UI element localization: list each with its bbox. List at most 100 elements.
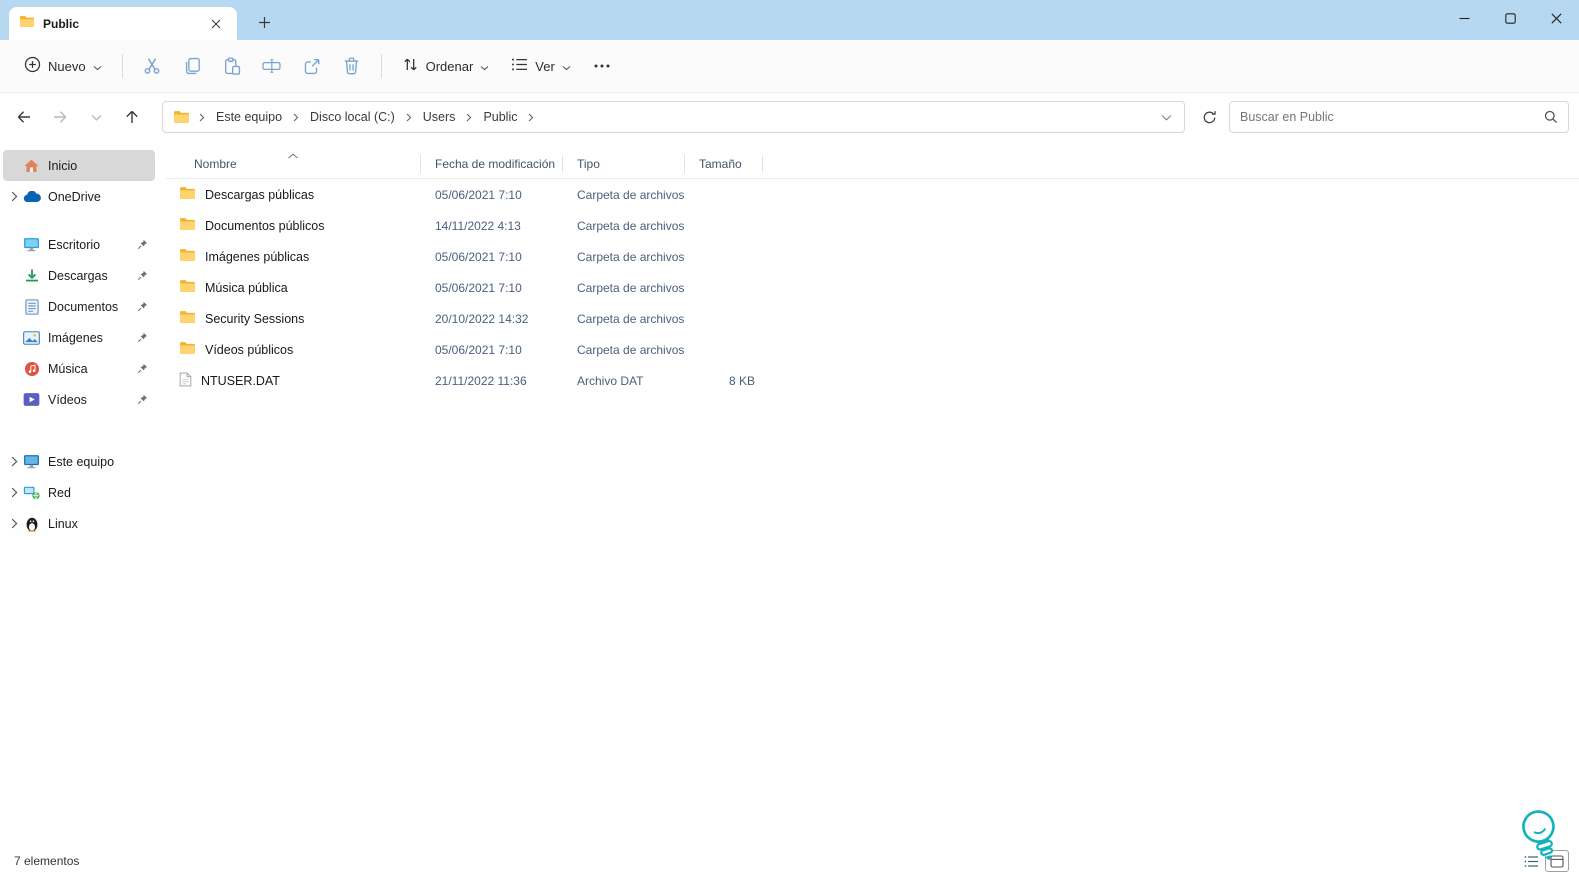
expand-chevron-icon[interactable] (7, 517, 21, 531)
folder-icon (19, 15, 35, 33)
details-view-icon[interactable] (1519, 850, 1543, 872)
expand-chevron-icon[interactable] (7, 455, 21, 469)
sidebar-item-label: Música (48, 361, 88, 376)
refresh-icon[interactable] (1193, 101, 1225, 133)
view-icon (511, 57, 528, 75)
minimize-button[interactable] (1441, 0, 1487, 36)
large-icons-view-icon[interactable] (1545, 850, 1569, 872)
table-row[interactable]: Imágenes públicas 05/06/2021 7:10 Carpet… (166, 241, 1579, 272)
sidebar-item-musica[interactable]: Música (3, 353, 155, 384)
table-row[interactable]: Descargas públicas 05/06/2021 7:10 Carpe… (166, 179, 1579, 210)
pin-icon (135, 331, 149, 345)
address-bar-row: Este equipo Disco local (C:) Users Publi… (0, 93, 1579, 141)
tab-public[interactable]: Public (9, 7, 237, 40)
breadcrumb-item-users[interactable]: Users (417, 106, 462, 128)
view-button[interactable]: Ver (501, 49, 581, 83)
file-name: Vídeos públicos (205, 342, 294, 357)
music-icon (22, 360, 41, 378)
expand-chevron-icon[interactable] (7, 190, 21, 204)
new-button[interactable]: Nuevo (14, 48, 112, 84)
copy-icon[interactable] (173, 48, 211, 84)
breadcrumb-item-disco-local[interactable]: Disco local (C:) (304, 106, 401, 128)
table-row[interactable]: Security Sessions 20/10/2022 14:32 Carpe… (166, 303, 1579, 334)
file-date: 20/10/2022 14:32 (435, 311, 529, 326)
breadcrumb-chevron-icon[interactable] (523, 107, 539, 127)
delete-icon[interactable] (333, 48, 371, 84)
chevron-down-icon (562, 59, 571, 74)
status-bar: 7 elementos (0, 810, 1579, 876)
tab-close-icon[interactable] (205, 13, 227, 35)
breadcrumb-chevron-icon[interactable] (401, 107, 417, 127)
file-name: Descargas públicas (205, 187, 315, 202)
sort-button[interactable]: Ordenar (392, 48, 500, 84)
search-input[interactable] (1240, 110, 1544, 124)
breadcrumb-chevron-icon[interactable] (194, 107, 210, 127)
table-row[interactable]: Música pública 05/06/2021 7:10 Carpeta d… (166, 272, 1579, 303)
view-button-label: Ver (535, 58, 555, 74)
table-row[interactable]: Vídeos públicos 05/06/2021 7:10 Carpeta … (166, 334, 1579, 365)
breadcrumb-item-este-equipo[interactable]: Este equipo (210, 106, 288, 128)
file-name: Música pública (205, 280, 288, 295)
rename-icon[interactable] (253, 48, 291, 84)
column-header-name[interactable]: Nombre (166, 152, 421, 173)
sidebar-item-label: Este equipo (48, 454, 115, 469)
new-tab-button[interactable] (249, 7, 279, 37)
breadcrumb[interactable]: Este equipo Disco local (C:) Users Publi… (162, 101, 1185, 133)
sidebar-item-label: Descargas (48, 268, 108, 283)
sidebar-item-red[interactable]: Red (3, 477, 155, 508)
file-name: Imágenes públicas (205, 249, 310, 264)
share-icon[interactable] (293, 48, 331, 84)
column-header-date[interactable]: Fecha de modificación (421, 154, 563, 173)
table-row[interactable]: Documentos públicos 14/11/2022 4:13 Carp… (166, 210, 1579, 241)
file-type: Carpeta de archivos (577, 187, 685, 202)
close-button[interactable] (1533, 0, 1579, 36)
file-type: Carpeta de archivos (577, 218, 685, 233)
tab-bar: Public (0, 0, 1579, 40)
maximize-button[interactable] (1487, 0, 1533, 36)
paste-icon[interactable] (213, 48, 251, 84)
sidebar-item-este-equipo[interactable]: Este equipo (3, 446, 155, 477)
file-date: 05/06/2021 7:10 (435, 187, 522, 202)
column-header-size[interactable]: Tamaño (685, 154, 763, 173)
view-toggles (1519, 850, 1569, 872)
onedrive-icon (22, 188, 41, 206)
folder-icon (179, 186, 196, 203)
recent-locations-chevron-icon[interactable] (80, 101, 112, 133)
downloads-icon (22, 267, 41, 285)
more-icon[interactable] (583, 48, 621, 84)
table-row[interactable]: NTUSER.DAT 21/11/2022 11:36 Archivo DAT … (166, 365, 1579, 396)
up-button[interactable] (116, 101, 148, 133)
sidebar-item-escritorio[interactable]: Escritorio (3, 229, 155, 260)
toolbar-separator (380, 54, 382, 78)
sidebar-item-label: OneDrive (48, 189, 101, 204)
cut-icon[interactable] (133, 48, 171, 84)
sidebar-item-videos[interactable]: Vídeos (3, 384, 155, 415)
file-size: 8 KB (728, 373, 755, 388)
forward-button[interactable] (44, 101, 76, 133)
breadcrumb-item-public[interactable]: Public (477, 106, 523, 128)
breadcrumb-chevron-icon[interactable] (461, 107, 477, 127)
expand-chevron-icon[interactable] (7, 486, 21, 500)
sidebar-item-descargas[interactable]: Descargas (3, 260, 155, 291)
column-header-type[interactable]: Tipo (563, 154, 685, 173)
window-controls (1441, 0, 1579, 36)
toolbar-separator (121, 54, 123, 78)
sidebar-item-inicio[interactable]: Inicio (3, 150, 155, 181)
address-dropdown-chevron-icon[interactable] (1154, 107, 1178, 127)
sidebar-item-onedrive[interactable]: OneDrive (3, 181, 155, 212)
breadcrumb-chevron-icon[interactable] (288, 107, 304, 127)
folder-icon (179, 341, 196, 358)
folder-icon (179, 279, 196, 296)
desktop-icon (22, 236, 41, 254)
sidebar-item-label: Inicio (48, 158, 78, 173)
sidebar-item-linux[interactable]: Linux (3, 508, 155, 539)
file-name: Documentos públicos (205, 218, 325, 233)
chevron-down-icon (93, 59, 102, 74)
sidebar-item-imagenes[interactable]: Imágenes (3, 322, 155, 353)
back-button[interactable] (8, 101, 40, 133)
chevron-down-icon (480, 59, 489, 74)
linux-icon (22, 515, 41, 533)
file-name: Security Sessions (205, 311, 305, 326)
sidebar-item-documentos[interactable]: Documentos (3, 291, 155, 322)
sidebar-item-label: Vídeos (48, 392, 87, 407)
